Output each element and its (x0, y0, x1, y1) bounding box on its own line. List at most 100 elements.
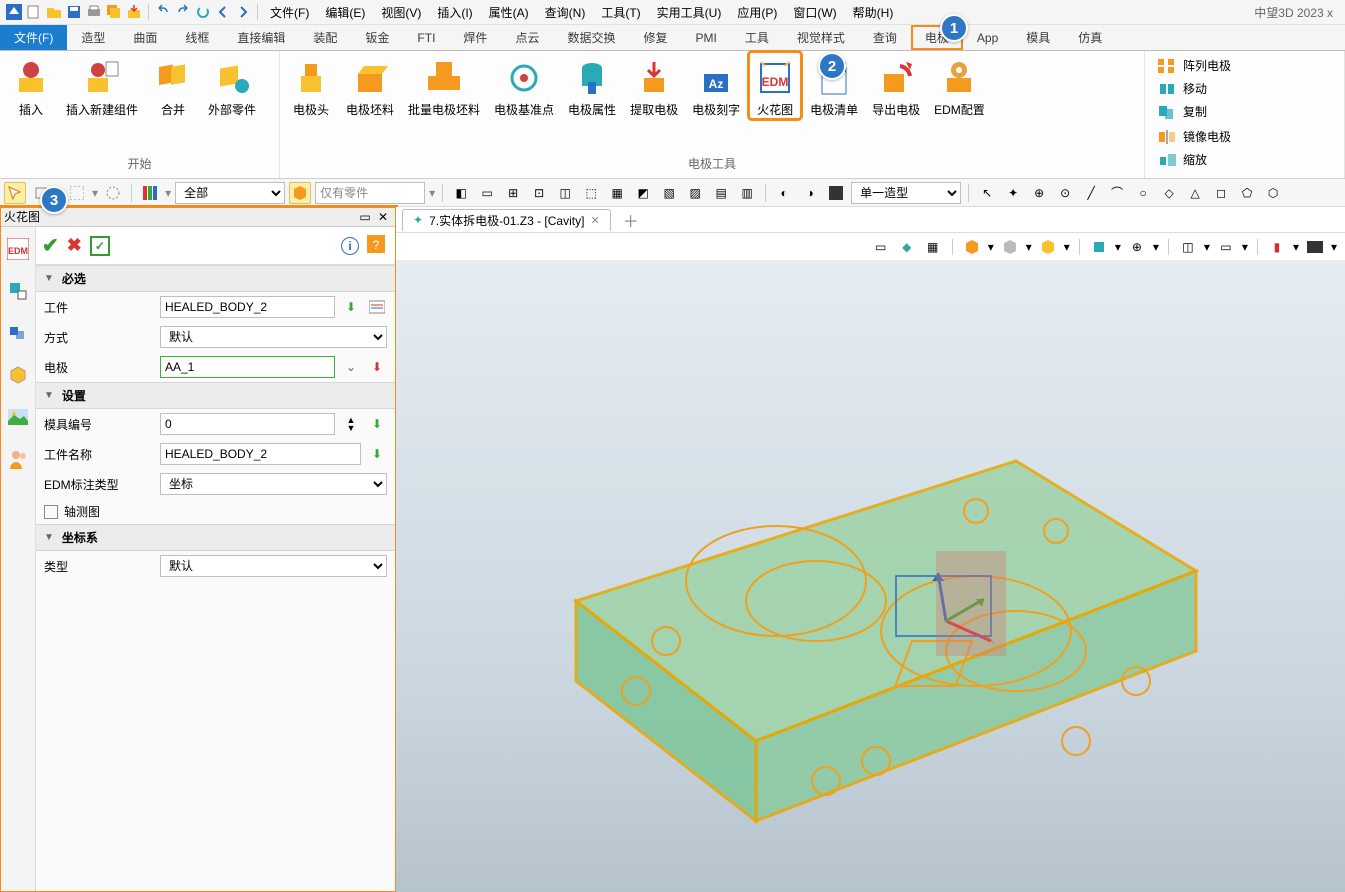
tab-pointcloud[interactable]: 点云 (501, 25, 553, 50)
cancel-button[interactable]: ✖ (67, 235, 82, 256)
sel3-icon[interactable] (102, 182, 124, 204)
electrode-input[interactable] (160, 356, 335, 378)
save-icon[interactable] (66, 4, 82, 20)
btn-attr[interactable]: 电极属性 (564, 53, 620, 118)
method-select[interactable]: 默认 (160, 326, 387, 348)
menu-query[interactable]: 查询(N) (539, 2, 592, 23)
btn-pattern[interactable]: 阵列电极 (1157, 57, 1332, 74)
btn-datum[interactable]: 电极基准点 (490, 53, 558, 118)
tb-icon[interactable]: ▦ (606, 182, 628, 204)
tab-simulate[interactable]: 仿真 (1064, 25, 1116, 50)
tb-icon[interactable]: ▥ (736, 182, 758, 204)
user-icon[interactable] (6, 447, 30, 471)
tb-icon[interactable]: ⊕ (1028, 182, 1050, 204)
spinner-icon[interactable]: ▲▼ (341, 414, 361, 434)
btn-insert-new[interactable]: 插入新建组件 (62, 53, 142, 118)
tb-icon[interactable]: ⬠ (1236, 182, 1258, 204)
layers-icon[interactable] (6, 321, 30, 345)
tab-wireframe[interactable]: 线框 (171, 25, 223, 50)
tb-icon[interactable]: ▤ (710, 182, 732, 204)
tab-visual[interactable]: 视觉样式 (783, 25, 859, 50)
tb-icon[interactable]: ▨ (684, 182, 706, 204)
pick-icon[interactable]: ⬇ (367, 414, 387, 434)
pick-icon[interactable]: ⬇ (367, 444, 387, 464)
tab-modeling[interactable]: 造型 (67, 25, 119, 50)
vt-icon[interactable] (1305, 237, 1325, 257)
tb-icon[interactable]: ⊙ (1054, 182, 1076, 204)
mode-combo[interactable]: 单一造型 (851, 182, 961, 204)
apply-button[interactable]: ✓ (90, 236, 110, 256)
btn-extract[interactable]: 提取电极 (626, 53, 682, 118)
tab-directedit[interactable]: 直接编辑 (223, 25, 299, 50)
print-icon[interactable] (86, 4, 102, 20)
section-settings[interactable]: 设置 (36, 382, 395, 409)
new-tab-button[interactable]: ＋ (617, 208, 645, 232)
tab-fti[interactable]: FTI (403, 25, 449, 50)
tab-pmi[interactable]: PMI (681, 25, 730, 50)
btn-edm-config[interactable]: EDM配置 (930, 53, 989, 118)
vt-icon[interactable]: ⊕ (1127, 237, 1147, 257)
tb-icon[interactable]: ▭ (476, 182, 498, 204)
document-tab[interactable]: ✦ 7.实体拆电极-01.Z3 - [Cavity] ✕ (402, 209, 611, 231)
tab-query[interactable]: 查询 (859, 25, 911, 50)
menu-app[interactable]: 应用(P) (731, 2, 783, 23)
vt-icon[interactable]: ▮ (1267, 237, 1287, 257)
tb-icon[interactable]: ⊞ (502, 182, 524, 204)
tab-repair[interactable]: 修复 (629, 25, 681, 50)
tb-icon[interactable]: ◩ (632, 182, 654, 204)
vt-icon[interactable] (962, 237, 982, 257)
sel2-icon[interactable] (66, 182, 88, 204)
btn-spark-drawing[interactable]: EDM火花图 (750, 53, 800, 118)
csys-select[interactable]: 默认 (160, 555, 387, 577)
workpiece-input[interactable] (160, 296, 335, 318)
menu-tools[interactable]: 工具(T) (595, 2, 646, 23)
btn-copy[interactable]: 复制 (1157, 103, 1332, 120)
tab-sheetmetal[interactable]: 钣金 (351, 25, 403, 50)
btn-export[interactable]: 导出电极 (868, 53, 924, 118)
tb-icon[interactable]: ↖ (976, 182, 998, 204)
tree-icon[interactable] (6, 279, 30, 303)
vt-icon[interactable]: ▭ (1216, 237, 1236, 257)
open-icon[interactable] (46, 4, 62, 20)
fwd-icon[interactable] (235, 4, 251, 20)
back-icon[interactable] (215, 4, 231, 20)
btn-electrode-head[interactable]: 电极头 (286, 53, 336, 118)
import-icon[interactable] (126, 4, 142, 20)
tb-icon[interactable]: △ (1184, 182, 1206, 204)
close-tab-icon[interactable]: ✕ (590, 214, 599, 227)
color-icon[interactable] (139, 182, 161, 204)
btn-merge[interactable]: 合并 (148, 53, 198, 118)
vt-icon[interactable]: ▦ (923, 237, 943, 257)
edm-icon[interactable]: EDM (6, 237, 30, 261)
cube-icon[interactable] (289, 182, 311, 204)
dropdown-icon[interactable]: ⌄ (341, 357, 361, 377)
tab-surface[interactable]: 曲面 (119, 25, 171, 50)
menu-file[interactable]: 文件(F) (264, 2, 315, 23)
undo-icon[interactable] (155, 4, 171, 20)
edmdim-select[interactable]: 坐标 (160, 473, 387, 495)
tb-icon[interactable]: ◑ (799, 182, 821, 204)
tb-icon[interactable] (825, 182, 847, 204)
filter-combo[interactable]: 全部 (175, 182, 285, 204)
tab-app[interactable]: App (963, 25, 1012, 50)
model-canvas[interactable] (396, 261, 1345, 892)
btn-move[interactable]: 移动 (1157, 80, 1332, 97)
tb-icon[interactable]: ◐ (773, 182, 795, 204)
pick-icon[interactable]: ⬇ (367, 357, 387, 377)
box-icon[interactable] (6, 363, 30, 387)
menu-insert[interactable]: 插入(I) (431, 2, 478, 23)
btn-external[interactable]: 外部零件 (204, 53, 260, 118)
refresh-icon[interactable] (195, 4, 211, 20)
menu-attr[interactable]: 属性(A) (483, 2, 535, 23)
tab-mold[interactable]: 模具 (1012, 25, 1064, 50)
vt-icon[interactable] (1038, 237, 1058, 257)
tb-icon[interactable]: ╱ (1080, 182, 1102, 204)
menu-view[interactable]: 视图(V) (375, 2, 427, 23)
filter2-combo[interactable]: 仅有零件 (315, 182, 425, 204)
section-csys[interactable]: 坐标系 (36, 524, 395, 551)
btn-scale[interactable]: 缩放 (1157, 151, 1332, 168)
btn-mirror[interactable]: 镜像电极 (1157, 128, 1332, 145)
moldno-input[interactable] (160, 413, 335, 435)
vt-icon[interactable] (1000, 237, 1020, 257)
tb-icon[interactable]: ◇ (1158, 182, 1180, 204)
